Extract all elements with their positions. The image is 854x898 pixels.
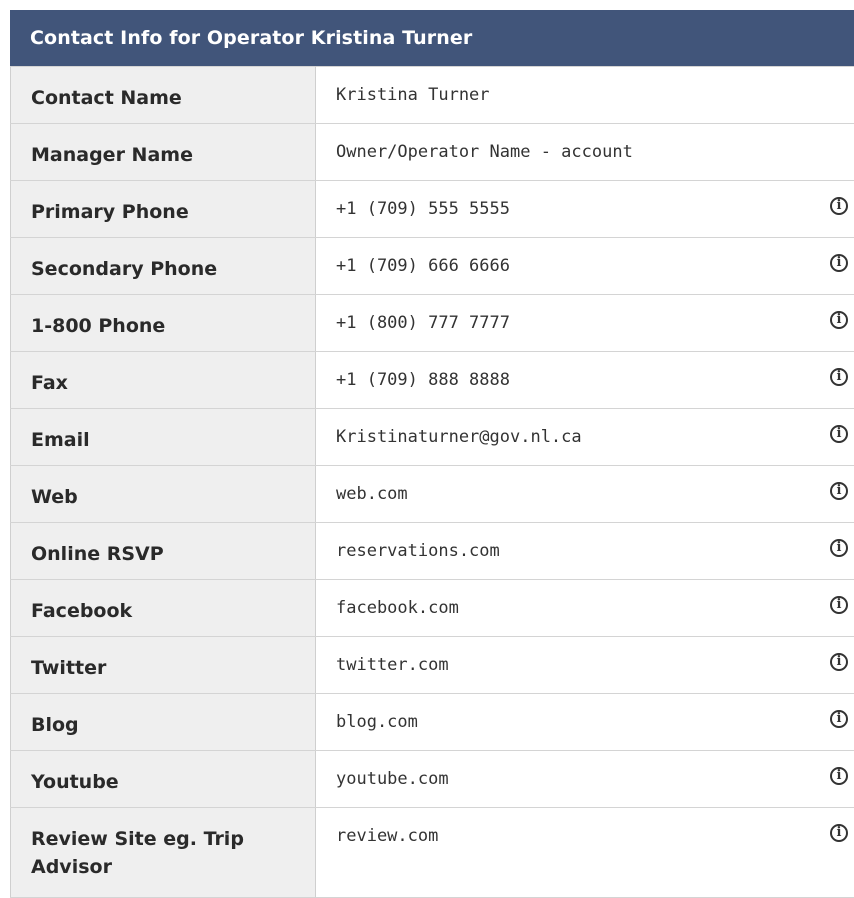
field-value: +1 (709) 888 8888 i xyxy=(316,352,854,409)
field-label: Blog xyxy=(11,694,316,751)
field-value: youtube.com i xyxy=(316,751,854,808)
info-icon[interactable]: i xyxy=(830,710,848,728)
field-label: Online RSVP xyxy=(11,523,316,580)
field-value: blog.com i xyxy=(316,694,854,751)
info-icon[interactable]: i xyxy=(830,311,848,329)
panel-title: Contact Info for Operator Kristina Turne… xyxy=(10,10,854,66)
field-label: Web xyxy=(11,466,316,523)
field-value: Owner/Operator Name - account xyxy=(316,124,854,181)
field-value-text: web.com xyxy=(336,484,408,504)
info-icon[interactable]: i xyxy=(830,539,848,557)
field-value-text: twitter.com xyxy=(336,655,449,675)
field-value-text: +1 (709) 666 6666 xyxy=(336,256,510,276)
field-value-text: Owner/Operator Name - account xyxy=(336,142,633,162)
field-value-text: +1 (709) 888 8888 xyxy=(336,370,510,390)
field-label: Email xyxy=(11,409,316,466)
table-row-youtube: Youtube youtube.com i xyxy=(11,751,854,808)
info-icon[interactable]: i xyxy=(830,254,848,272)
info-icon[interactable]: i xyxy=(830,767,848,785)
field-label: Youtube xyxy=(11,751,316,808)
field-value: +1 (709) 555 5555 i xyxy=(316,181,854,238)
field-value: +1 (709) 666 6666 i xyxy=(316,238,854,295)
table-row-web: Web web.com i xyxy=(11,466,854,523)
table-row-blog: Blog blog.com i xyxy=(11,694,854,751)
field-label: Manager Name xyxy=(11,124,316,181)
field-value: reservations.com i xyxy=(316,523,854,580)
field-label: Secondary Phone xyxy=(11,238,316,295)
field-value-text: +1 (800) 777 7777 xyxy=(336,313,510,333)
table-row-primary-phone: Primary Phone +1 (709) 555 5555 i xyxy=(11,181,854,238)
field-label: 1-800 Phone xyxy=(11,295,316,352)
field-label: Review Site eg. Trip Advisor xyxy=(11,808,316,898)
field-label: Primary Phone xyxy=(11,181,316,238)
contact-info-table: Contact Name Kristina Turner Manager Nam… xyxy=(10,66,854,898)
field-value-text: blog.com xyxy=(336,712,418,732)
table-row-email: Email Kristinaturner@gov.nl.ca i xyxy=(11,409,854,466)
field-value: facebook.com i xyxy=(316,580,854,637)
field-value-text: +1 (709) 555 5555 xyxy=(336,199,510,219)
field-value-text: reservations.com xyxy=(336,541,500,561)
table-row-1800-phone: 1-800 Phone +1 (800) 777 7777 i xyxy=(11,295,854,352)
field-value: Kristina Turner xyxy=(316,67,854,124)
field-value-text: Kristina Turner xyxy=(336,85,490,105)
field-value-text: Kristinaturner@gov.nl.ca xyxy=(336,427,582,447)
field-label: Fax xyxy=(11,352,316,409)
field-value: +1 (800) 777 7777 i xyxy=(316,295,854,352)
table-row-secondary-phone: Secondary Phone +1 (709) 666 6666 i xyxy=(11,238,854,295)
table-row-twitter: Twitter twitter.com i xyxy=(11,637,854,694)
info-icon[interactable]: i xyxy=(830,197,848,215)
field-label: Twitter xyxy=(11,637,316,694)
table-row-review-site: Review Site eg. Trip Advisor review.com i xyxy=(11,808,854,898)
field-value: Kristinaturner@gov.nl.ca i xyxy=(316,409,854,466)
info-icon[interactable]: i xyxy=(830,368,848,386)
field-value-text: facebook.com xyxy=(336,598,459,618)
table-row-online-rsvp: Online RSVP reservations.com i xyxy=(11,523,854,580)
info-icon[interactable]: i xyxy=(830,482,848,500)
info-icon[interactable]: i xyxy=(830,653,848,671)
field-value-text: review.com xyxy=(336,826,438,846)
table-row-contact-name: Contact Name Kristina Turner xyxy=(11,67,854,124)
info-icon[interactable]: i xyxy=(830,425,848,443)
field-value-text: youtube.com xyxy=(336,769,449,789)
field-value: review.com i xyxy=(316,808,854,898)
field-value: web.com i xyxy=(316,466,854,523)
contact-info-panel: Contact Info for Operator Kristina Turne… xyxy=(10,10,854,898)
info-icon[interactable]: i xyxy=(830,824,848,842)
info-icon[interactable]: i xyxy=(830,596,848,614)
table-row-facebook: Facebook facebook.com i xyxy=(11,580,854,637)
field-label: Contact Name xyxy=(11,67,316,124)
table-row-fax: Fax +1 (709) 888 8888 i xyxy=(11,352,854,409)
field-label: Facebook xyxy=(11,580,316,637)
field-value: twitter.com i xyxy=(316,637,854,694)
table-row-manager-name: Manager Name Owner/Operator Name - accou… xyxy=(11,124,854,181)
